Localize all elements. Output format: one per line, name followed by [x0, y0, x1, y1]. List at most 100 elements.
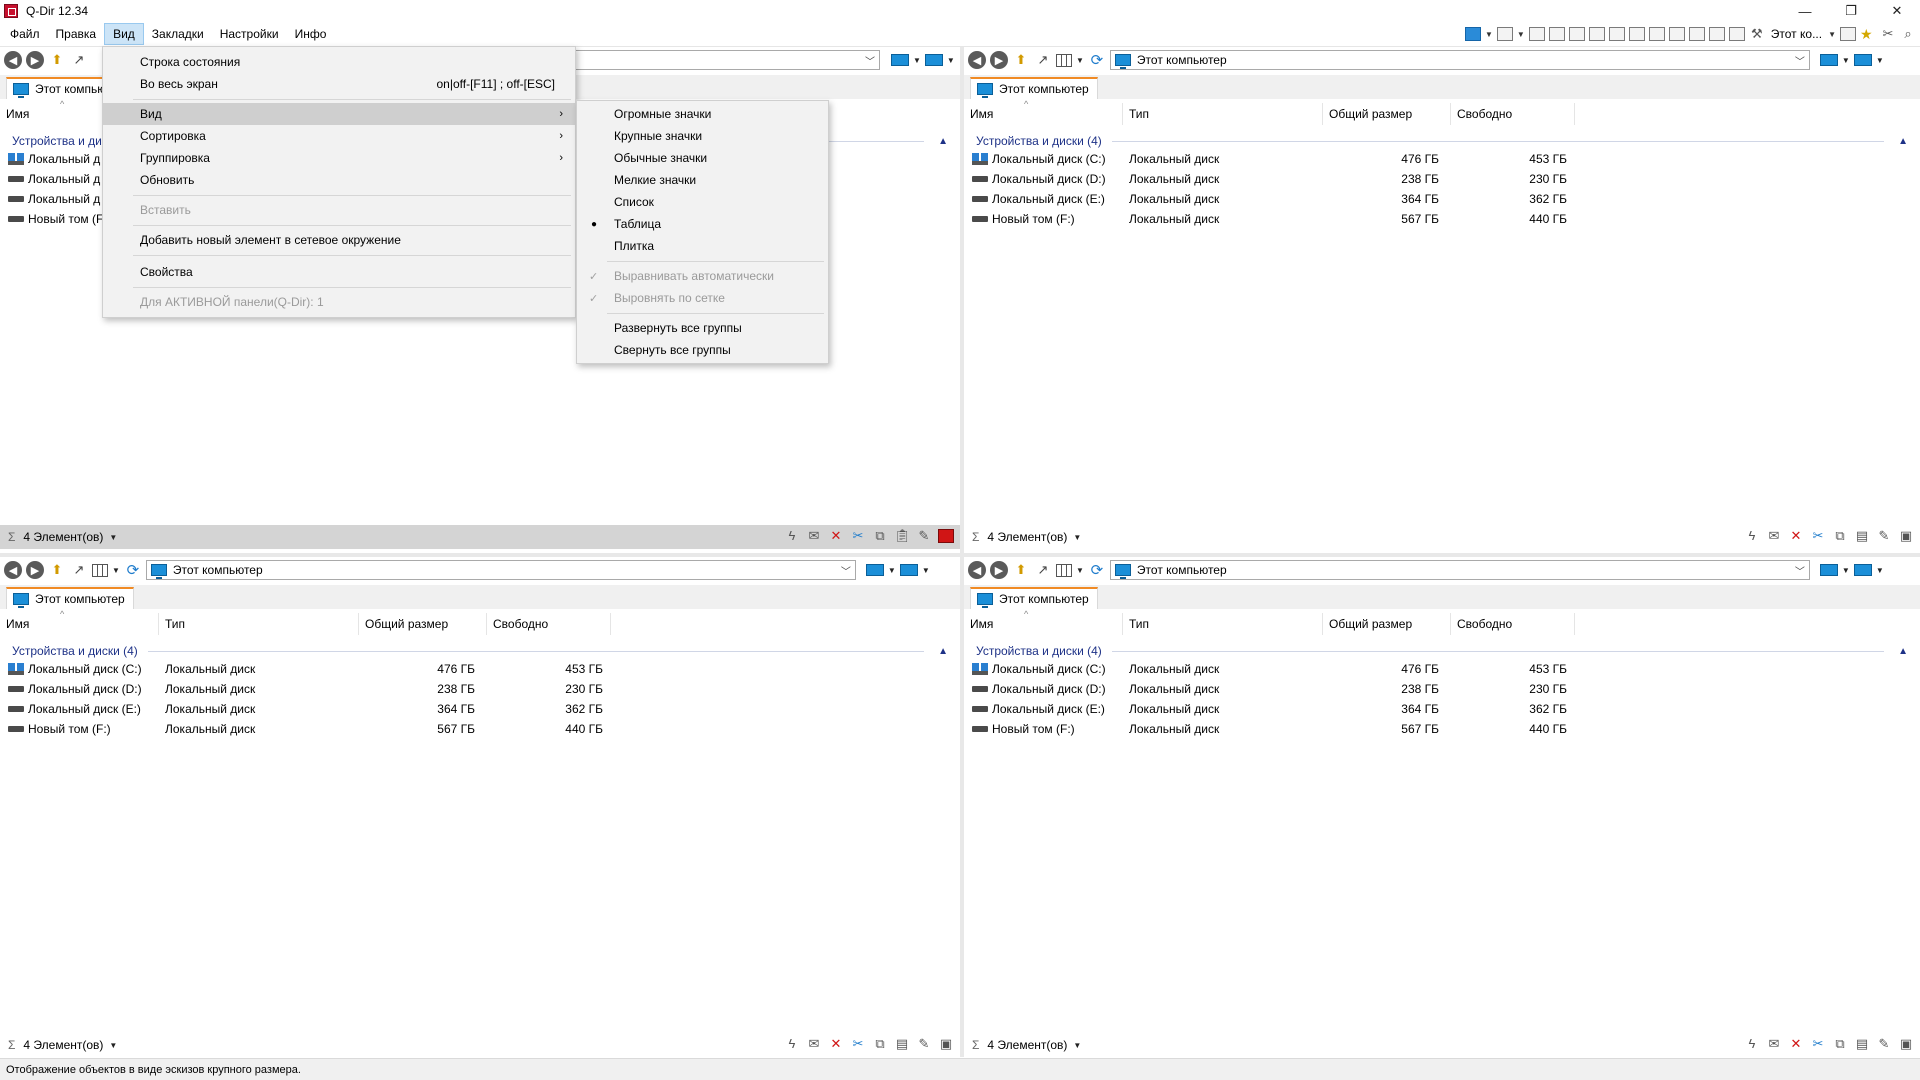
collapse-icon[interactable]: ▲ [938, 646, 948, 657]
tab-this-pc[interactable]: Этот компьютер [6, 587, 134, 609]
chevron-down-icon[interactable]: ﹀ [841, 563, 851, 578]
refresh-icon[interactable]: ⟳ [124, 562, 142, 579]
forward-icon[interactable]: ▶ [26, 51, 44, 69]
submenu-small-icons[interactable]: Мелкие значки [577, 169, 828, 191]
submenu-list[interactable]: Список [577, 191, 828, 213]
submenu-collapse-groups[interactable]: Свернуть все группы [577, 339, 828, 361]
layout-11-icon[interactable] [1728, 27, 1745, 41]
address-bar[interactable]: Этот компьютер ﹀ [145, 560, 856, 580]
star-icon[interactable]: ★ [1860, 27, 1876, 41]
minimize-button[interactable]: — [1782, 0, 1828, 22]
wrench-icon[interactable]: ✂ [1880, 27, 1896, 41]
table-row[interactable]: Новый том (F:) Локальный диск 567 ГБ 440 Г… [964, 719, 1920, 739]
copy-icon[interactable]: ⧉ [872, 1037, 888, 1051]
back-icon[interactable]: ◀ [4, 561, 22, 579]
rename-icon[interactable]: ✎ [1876, 529, 1892, 543]
flash-icon[interactable]: ϟ [1744, 1037, 1760, 1051]
mail-icon[interactable]: ✉ [806, 529, 822, 543]
forward-icon[interactable]: ▶ [990, 51, 1008, 69]
layout-grid-icon[interactable] [1496, 27, 1513, 41]
panel-layout-icon[interactable] [1464, 27, 1481, 41]
cut-icon[interactable]: ✂ [850, 529, 866, 543]
column-type[interactable]: Тип [159, 613, 359, 635]
forward-icon[interactable]: ▶ [26, 561, 44, 579]
view-mode-icon[interactable] [1819, 54, 1838, 66]
menu-item-refresh[interactable]: Обновить [103, 169, 575, 191]
cut-icon[interactable]: ✂ [850, 1037, 866, 1051]
column-name[interactable]: Имя ^ [964, 609, 1123, 635]
flash-icon[interactable]: ϟ [1744, 529, 1760, 543]
menu-file[interactable]: Файл [2, 23, 48, 45]
tab-this-pc[interactable]: Этот компьютер [970, 77, 1098, 99]
paste-icon[interactable]: 📋︎ [894, 529, 911, 543]
submenu-normal-icons[interactable]: Обычные значки [577, 147, 828, 169]
layout-5-icon[interactable] [1608, 27, 1625, 41]
column-total-size[interactable]: Общий размер [359, 613, 487, 635]
submenu-huge-icons[interactable]: Огромные значки [577, 103, 828, 125]
copy-icon[interactable]: ⧉ [1832, 1037, 1848, 1051]
flash-icon[interactable]: ϟ [784, 1037, 800, 1051]
explorer-icon[interactable]: ↗ [1034, 562, 1052, 578]
layout-9-icon[interactable] [1688, 27, 1705, 41]
group-header[interactable]: Устройства и диски (4) ▲ [964, 641, 1920, 661]
column-free[interactable]: Свободно [1451, 613, 1575, 635]
column-total-size[interactable]: Общий размер [1323, 613, 1451, 635]
menu-item-status-bar[interactable]: Строка состояния [103, 51, 575, 73]
item-count[interactable]: 4 Элемент(ов) [987, 1038, 1067, 1052]
properties-icon[interactable]: ▣ [938, 1037, 954, 1051]
layout-2-icon[interactable] [1548, 27, 1565, 41]
delete-icon[interactable]: ✕ [828, 1037, 844, 1051]
chevron-down-icon[interactable]: ﹀ [865, 53, 875, 68]
table-row[interactable]: Новый том (F:) Локальный диск 567 ГБ 440 Г… [964, 209, 1920, 229]
properties-icon[interactable]: ▣ [1898, 529, 1914, 543]
view-mode-icon[interactable] [891, 54, 909, 66]
column-type[interactable]: Тип [1123, 103, 1323, 125]
table-row[interactable]: Локальный диск (C:) Локальный диск 476 ГБ… [0, 659, 960, 679]
address-bar[interactable]: ﹀ [575, 50, 880, 70]
layout-4-icon[interactable] [1588, 27, 1605, 41]
view-mode-icon[interactable] [865, 564, 884, 576]
item-count[interactable]: 4 Элемент(ов) [23, 1038, 103, 1052]
rename-icon[interactable]: ✎ [916, 529, 932, 543]
layout-7-icon[interactable] [1648, 27, 1665, 41]
column-free[interactable]: Свободно [1451, 103, 1575, 125]
delete-icon[interactable]: ✕ [1788, 529, 1804, 543]
explorer-icon[interactable]: ↗ [70, 562, 88, 578]
menu-bookmarks[interactable]: Закладки [144, 23, 212, 45]
menu-info[interactable]: Инфо [287, 23, 335, 45]
chevron-down-icon[interactable]: ﹀ [1795, 563, 1805, 578]
menu-item-group[interactable]: Группировка › [103, 147, 575, 169]
layout-10-icon[interactable] [1708, 27, 1725, 41]
table-row[interactable]: Локальный диск (C:) Локальный диск 476 ГБ… [964, 659, 1920, 679]
copy-icon[interactable]: ⧉ [872, 529, 888, 543]
table-row[interactable]: Новый том (F:) Локальный диск 567 ГБ 440 Г… [0, 719, 960, 739]
rename-icon[interactable]: ✎ [916, 1037, 932, 1051]
menu-item-paste[interactable]: Вставить [103, 199, 575, 221]
group-header[interactable]: Устройства и диски (4) ▲ [964, 131, 1920, 151]
item-count[interactable]: 4 Элемент(ов) [987, 530, 1067, 544]
forward-icon[interactable]: ▶ [990, 561, 1008, 579]
refresh-icon[interactable]: ⟳ [1088, 562, 1106, 579]
cut-icon[interactable]: ✂ [1810, 1037, 1826, 1051]
view-mode-icon[interactable] [1819, 564, 1838, 576]
menu-item-fullscreen[interactable]: Во весь экран on|off-[F11] ; off-[ESC] [103, 73, 575, 95]
paste-icon[interactable]: ▤ [1854, 1037, 1870, 1051]
panel-mode-icon[interactable] [1853, 54, 1872, 66]
table-row[interactable]: Локальный диск (D:) Локальный диск 238 ГБ… [964, 169, 1920, 189]
layout-8-icon[interactable] [1668, 27, 1685, 41]
up-folder-icon[interactable]: ⬆ [48, 562, 66, 578]
properties-icon[interactable]: ▣ [1898, 1037, 1914, 1051]
layout-1-icon[interactable] [1528, 27, 1545, 41]
up-folder-icon[interactable]: ⬆ [1012, 52, 1030, 68]
columns-icon[interactable] [1056, 53, 1072, 67]
menu-item-add-network[interactable]: Добавить новый элемент в сетевое окружен… [103, 229, 575, 251]
tab-this-pc[interactable]: Этот компьютер [970, 587, 1098, 609]
back-icon[interactable]: ◀ [968, 51, 986, 69]
columns-icon[interactable] [1056, 563, 1072, 577]
collapse-icon[interactable]: ▲ [1898, 646, 1908, 657]
column-free[interactable]: Свободно [487, 613, 611, 635]
address-bar[interactable]: Этот компьютер ﹀ [1109, 560, 1810, 580]
cut-icon[interactable]: ✂ [1810, 529, 1826, 543]
table-row[interactable]: Локальный диск (D:) Локальный диск 238 ГБ… [0, 679, 960, 699]
delete-icon[interactable]: ✕ [828, 529, 844, 543]
